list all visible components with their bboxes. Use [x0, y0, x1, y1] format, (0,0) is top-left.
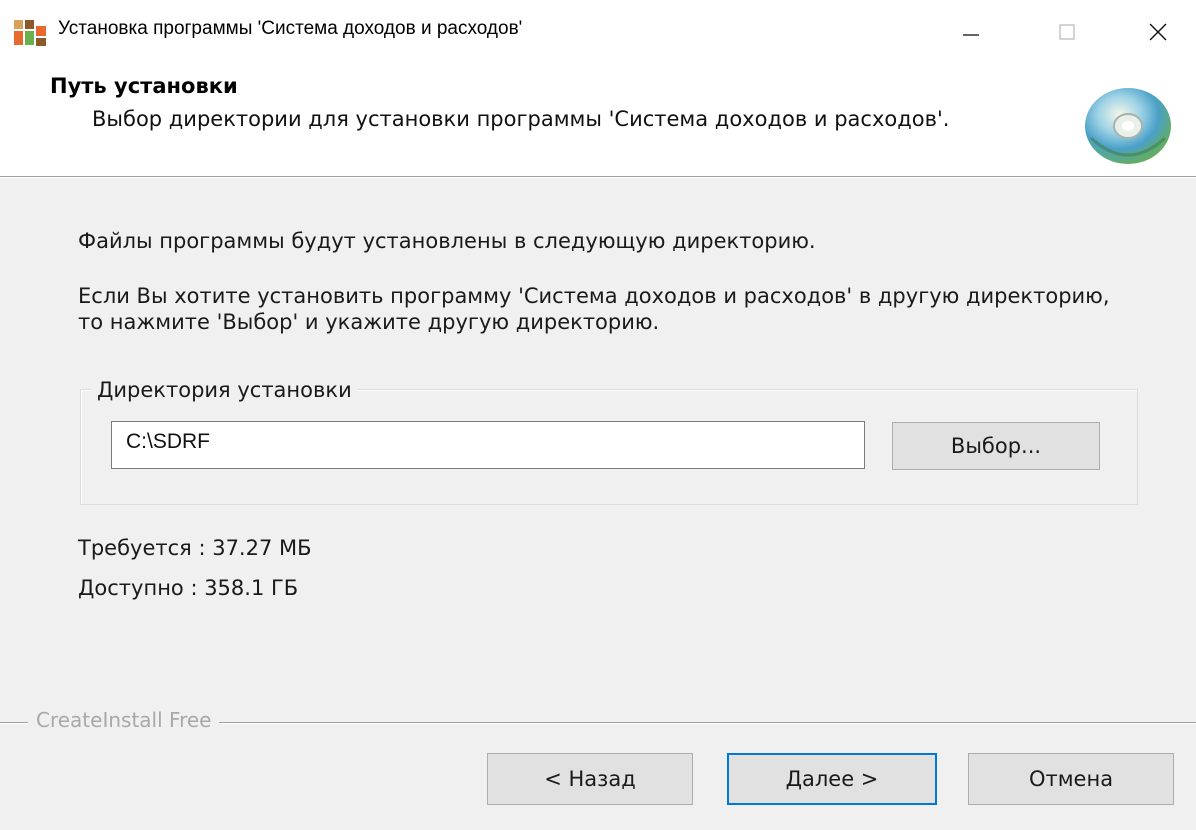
browse-button[interactable]: Выбор... [892, 422, 1100, 470]
cd-disc-icon [1085, 88, 1171, 164]
maximize-icon [1059, 24, 1075, 40]
header-divider [0, 176, 1196, 178]
installer-window: Установка программы 'Система доходов и р… [0, 0, 1196, 830]
space-available-text: Доступно : 358.1 ГБ [78, 576, 299, 600]
brand-label: CreateInstall Free [28, 708, 220, 732]
maximize-button[interactable] [1039, 10, 1095, 54]
install-path-input[interactable]: C:\SDRF [111, 421, 865, 469]
space-required-text: Требуется : 37.27 МБ [78, 536, 312, 560]
wizard-header: Путь установки Выбор директории для уста… [0, 62, 1196, 176]
close-icon [1149, 23, 1167, 41]
title-bar[interactable]: Установка программы 'Система доходов и р… [0, 0, 1196, 62]
window-title: Установка программы 'Система доходов и р… [58, 18, 523, 39]
back-button[interactable]: < Назад [487, 753, 693, 805]
minimize-icon [963, 34, 979, 36]
info-text-2: Если Вы хотите установить программу 'Сис… [78, 284, 1110, 334]
app-icon [14, 20, 46, 46]
cancel-button[interactable]: Отмена [968, 753, 1174, 805]
page-title: Путь установки [50, 74, 238, 98]
page-subtitle: Выбор директории для установки программы… [92, 107, 950, 131]
next-button[interactable]: Далее > [727, 753, 937, 805]
close-button[interactable] [1130, 10, 1186, 54]
info-text-1: Файлы программы будут установлены в след… [78, 229, 816, 253]
minimize-button[interactable] [943, 10, 999, 54]
install-dir-group-label: Директория установки [91, 377, 358, 403]
